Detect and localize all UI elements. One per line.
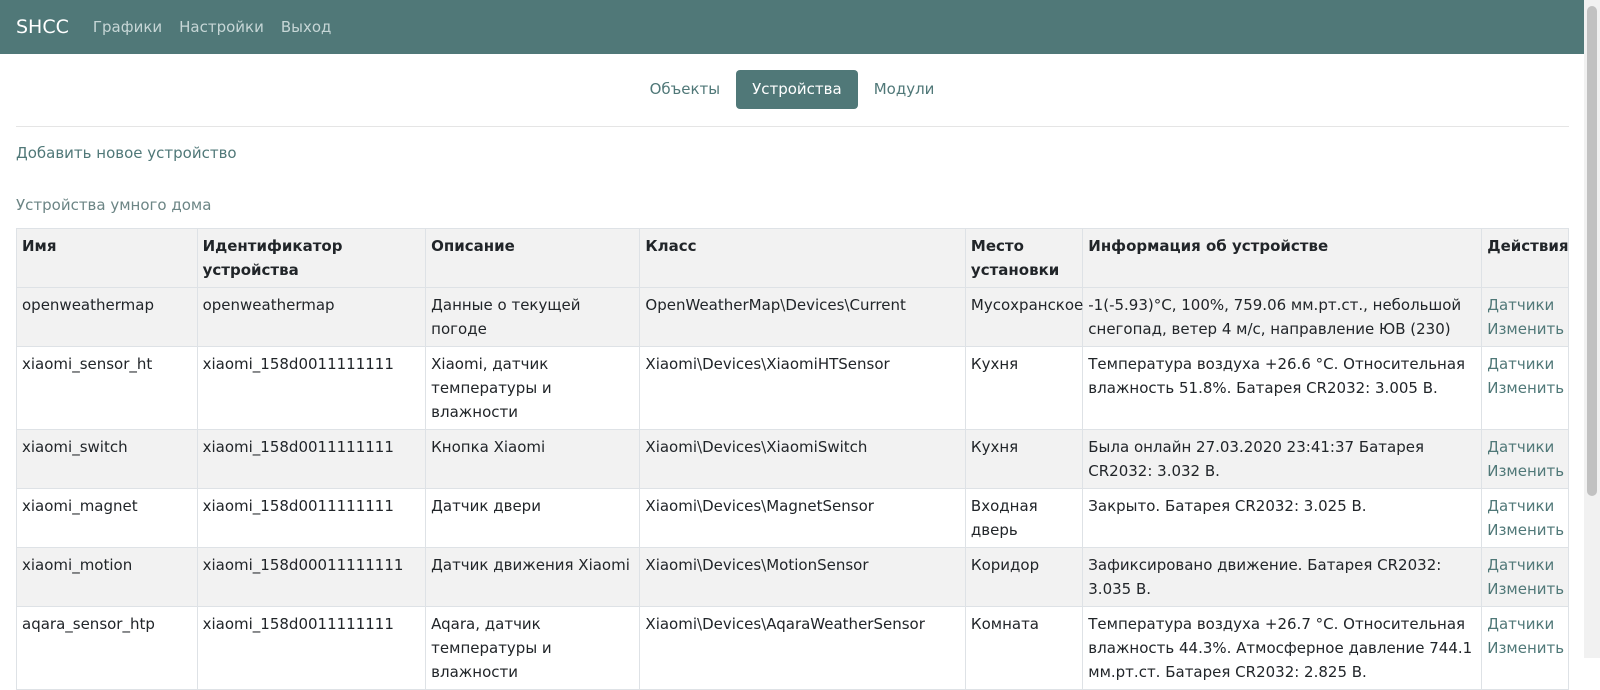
edit-link[interactable]: Изменить: [1487, 317, 1564, 341]
cell-class: Xiaomi\Devices\XiaomiHTSensor: [639, 346, 966, 430]
cell-id: openweathermap: [196, 287, 427, 347]
cell-name: xiaomi_motion: [16, 547, 198, 607]
column-header-description: Описание: [425, 228, 641, 288]
add-device-link[interactable]: Добавить новое устройство: [16, 144, 237, 162]
cell-place: Кухня: [964, 429, 1084, 489]
column-header-id: Идентификатор устройства: [196, 228, 427, 288]
table-row: xiaomi_motion xiaomi_158d00011111111 Дат…: [16, 547, 1569, 607]
column-header-info: Информация об устройстве: [1082, 228, 1483, 288]
cell-info: Закрыто. Батарея CR2032: 3.025 В.: [1082, 488, 1483, 548]
cell-id: xiaomi_158d0011111111: [196, 429, 427, 489]
cell-place: Мусохранское: [964, 287, 1083, 347]
table-header-row: Имя Идентификатор устройства Описание Кл…: [16, 228, 1569, 288]
sensors-link[interactable]: Датчики: [1487, 293, 1563, 317]
cell-name: xiaomi_magnet: [16, 488, 198, 548]
cell-place: Коридор: [964, 547, 1084, 607]
top-navbar: SHCC Графики Настройки Выход: [0, 0, 1584, 54]
nav-link-charts[interactable]: Графики: [93, 18, 162, 36]
cell-place: Входная дверь: [964, 488, 1084, 548]
table-row: xiaomi_sensor_ht xiaomi_158d0011111111 X…: [16, 346, 1569, 430]
edit-link[interactable]: Изменить: [1487, 518, 1564, 542]
sensors-link[interactable]: Датчики: [1487, 553, 1563, 577]
cell-description: Aqara, датчик температуры и влажности: [425, 606, 641, 690]
sensors-link[interactable]: Датчики: [1487, 352, 1563, 376]
cell-id: xiaomi_158d0011111111: [196, 606, 427, 690]
cell-actions: Датчики Изменить: [1481, 346, 1569, 430]
cell-name: xiaomi_sensor_ht: [16, 346, 198, 430]
sensors-link[interactable]: Датчики: [1487, 612, 1563, 636]
section-tabs: Объекты Устройства Модули: [0, 70, 1584, 109]
cell-description: Xiaomi, датчик температуры и влажности: [425, 346, 641, 430]
table-row: aqara_sensor_htp xiaomi_158d0011111111 A…: [16, 606, 1569, 690]
cell-actions: Датчики Изменить: [1481, 547, 1569, 607]
column-header-actions: Действия: [1481, 228, 1569, 288]
cell-name: xiaomi_switch: [16, 429, 198, 489]
cell-id: xiaomi_158d0011111111: [196, 488, 427, 548]
tab-modules[interactable]: Модули: [858, 70, 951, 109]
nav-link-logout[interactable]: Выход: [281, 18, 332, 36]
table-row: openweathermap openweathermap Данные о т…: [16, 287, 1569, 347]
cell-description: Датчик двери: [425, 488, 641, 548]
cell-place: Комната: [964, 606, 1084, 690]
cell-actions: Датчики Изменить: [1481, 287, 1569, 347]
cell-class: OpenWeatherMap\Devices\Current: [639, 287, 966, 347]
cell-description: Данные о текущей погоде: [425, 287, 641, 347]
cell-info: Была онлайн 27.03.2020 23:41:37 Батарея …: [1082, 429, 1483, 489]
cell-info: Температура воздуха +26.7 °C. Относитель…: [1082, 606, 1483, 690]
cell-actions: Датчики Изменить: [1481, 606, 1569, 690]
sensors-link[interactable]: Датчики: [1487, 494, 1563, 518]
page-scrollbar[interactable]: [1584, 0, 1600, 658]
devices-table: Имя Идентификатор устройства Описание Кл…: [16, 228, 1569, 690]
tab-devices[interactable]: Устройства: [736, 70, 858, 109]
section-title: Устройства умного дома: [16, 196, 212, 214]
cell-class: Xiaomi\Devices\MagnetSensor: [639, 488, 966, 548]
column-header-class: Класс: [639, 228, 966, 288]
cell-class: Xiaomi\Devices\AqaraWeatherSensor: [639, 606, 966, 690]
tab-objects[interactable]: Объекты: [634, 70, 737, 109]
cell-description: Датчик движения Xiaomi: [425, 547, 641, 607]
column-header-place: Место установки: [964, 228, 1084, 288]
cell-class: Xiaomi\Devices\MotionSensor: [639, 547, 966, 607]
cell-place: Кухня: [964, 346, 1084, 430]
divider: [16, 126, 1569, 127]
cell-name: openweathermap: [16, 287, 198, 347]
column-header-name: Имя: [16, 228, 198, 288]
cell-class: Xiaomi\Devices\XiaomiSwitch: [639, 429, 966, 489]
edit-link[interactable]: Изменить: [1487, 577, 1564, 601]
cell-actions: Датчики Изменить: [1481, 429, 1569, 489]
table-row: xiaomi_switch xiaomi_158d0011111111 Кноп…: [16, 429, 1569, 489]
edit-link[interactable]: Изменить: [1487, 459, 1564, 483]
cell-info: Зафиксировано движение. Батарея CR2032: …: [1082, 547, 1483, 607]
cell-info: -1(-5.93)°C, 100%, 759.06 мм.рт.ст., неб…: [1082, 287, 1483, 347]
table-row: xiaomi_magnet xiaomi_158d0011111111 Датч…: [16, 488, 1569, 548]
brand-logo[interactable]: SHCC: [16, 16, 69, 38]
nav-link-settings[interactable]: Настройки: [179, 18, 264, 36]
sensors-link[interactable]: Датчики: [1487, 435, 1563, 459]
cell-actions: Датчики Изменить: [1481, 488, 1569, 548]
cell-id: xiaomi_158d0011111111: [196, 346, 427, 430]
edit-link[interactable]: Изменить: [1487, 376, 1564, 400]
cell-id: xiaomi_158d00011111111: [196, 547, 427, 607]
cell-info: Температура воздуха +26.6 °C. Относитель…: [1082, 346, 1483, 430]
cell-description: Кнопка Xiaomi: [425, 429, 641, 489]
scrollbar-thumb[interactable]: [1587, 6, 1597, 496]
cell-name: aqara_sensor_htp: [16, 606, 198, 690]
edit-link[interactable]: Изменить: [1487, 636, 1564, 660]
